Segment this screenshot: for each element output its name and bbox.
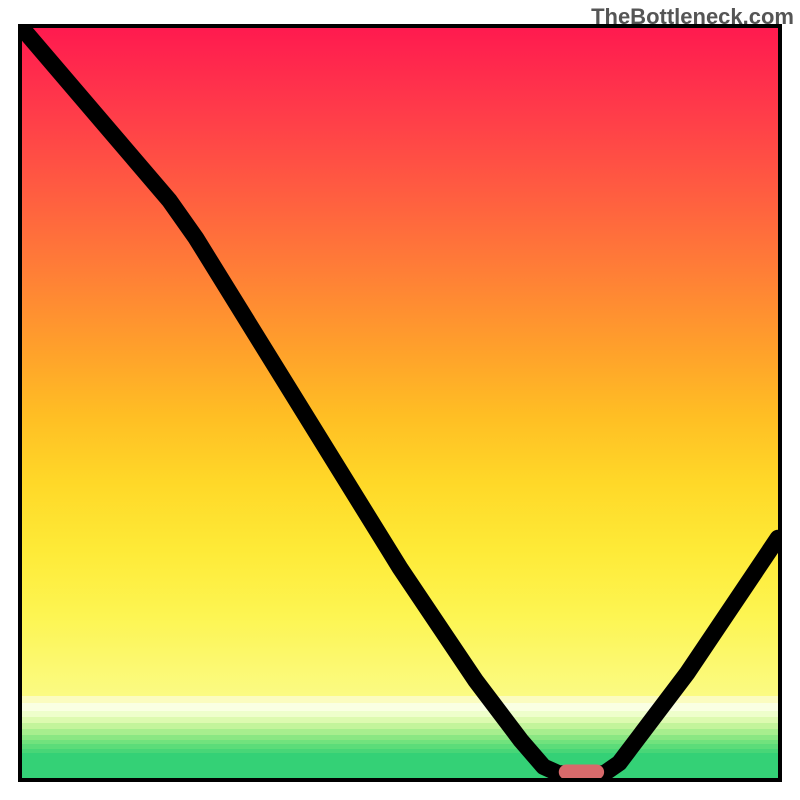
watermark-text: TheBottleneck.com xyxy=(591,4,794,30)
chart-stage: TheBottleneck.com xyxy=(0,0,800,800)
plot-area xyxy=(22,28,778,778)
plot-frame xyxy=(18,24,782,782)
optimal-marker-rect xyxy=(559,765,604,779)
optimal-marker xyxy=(22,28,778,778)
